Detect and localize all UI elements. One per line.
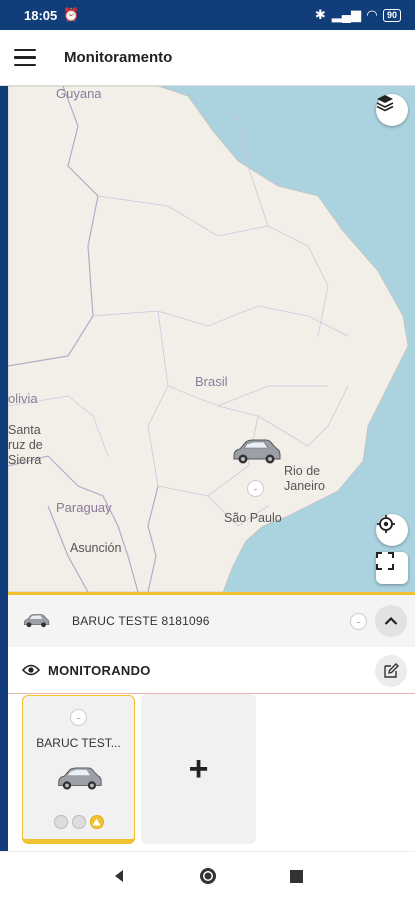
layers-button[interactable] [376, 94, 408, 126]
side-drawer-edge [0, 86, 8, 851]
map-label-asuncion: Asunción [70, 541, 122, 555]
chevron-up-icon [384, 616, 398, 625]
map-label-sao-paulo: São Paulo [224, 511, 282, 525]
bluetooth-icon: ✱ [314, 7, 326, 22]
ignition-key-icon [53, 815, 68, 829]
fullscreen-button[interactable] [376, 552, 408, 584]
car-icon [23, 614, 50, 628]
monitoring-title: MONITORANDO [48, 662, 151, 678]
app-bar: Monitoramento [0, 30, 415, 86]
back-icon[interactable] [112, 869, 126, 883]
hamburger-menu-icon[interactable] [0, 30, 50, 86]
signal-icon: ▂▄▆ [331, 7, 361, 22]
locate-button[interactable] [376, 514, 408, 546]
warning-icon [89, 815, 104, 829]
selected-vehicle-badge: - [350, 613, 367, 630]
land-area [8, 86, 409, 592]
map-marker-badge: - [247, 480, 264, 497]
eye-icon [22, 664, 40, 676]
monitoring-cards: - BARUC TEST... + [8, 694, 415, 851]
add-vehicle-button[interactable]: + [141, 694, 256, 844]
edit-button[interactable] [375, 655, 407, 687]
map-label-guyana: Guyana [56, 86, 102, 101]
home-icon[interactable] [198, 866, 218, 886]
crosshair-icon [377, 515, 395, 533]
vehicle-status-icons [23, 815, 134, 829]
battery-icon: 90 [382, 8, 401, 22]
map-label-paraguay: Paraguay [56, 500, 112, 515]
vehicle-card-name: BARUC TEST... [36, 736, 121, 750]
car-icon [233, 439, 281, 464]
map-label-santa-cruz: Santa ruz de Sierra [8, 423, 43, 467]
recents-icon[interactable] [290, 869, 303, 883]
edit-icon [384, 663, 399, 678]
layers-icon [376, 95, 394, 112]
map-canvas [8, 86, 409, 592]
vehicle-card[interactable]: - BARUC TEST... [22, 695, 135, 844]
page-title: Monitoramento [64, 49, 173, 66]
selected-vehicle-bar[interactable]: BARUC TESTE 8181096 - [8, 595, 415, 647]
wifi-icon: ◠ [366, 7, 377, 22]
collapse-button[interactable] [375, 605, 407, 637]
map-label-rio-de-janeiro: Rio de Janeiro [284, 464, 325, 493]
signal-off-icon [71, 815, 86, 829]
system-nav-bar [0, 851, 415, 900]
vehicle-card-badge: - [70, 709, 87, 726]
monitoring-header: MONITORANDO [8, 647, 415, 694]
map-label-brasil: Brasil [195, 374, 228, 389]
car-icon [58, 767, 102, 790]
status-time: 18:05 [24, 7, 58, 23]
map-label-bolivia: olivia [8, 391, 38, 406]
alarm-icon: ⏰ [63, 7, 80, 22]
fullscreen-icon [376, 552, 394, 570]
map-vehicle-marker[interactable] [230, 436, 282, 468]
map-view[interactable]: Guyana Brasil olivia Santa ruz de Sierra… [8, 86, 415, 592]
selected-vehicle-name: BARUC TESTE 8181096 [72, 614, 210, 628]
status-bar: 18:05 ⏰ ✱ ▂▄▆ ◠ 90 [0, 0, 415, 30]
